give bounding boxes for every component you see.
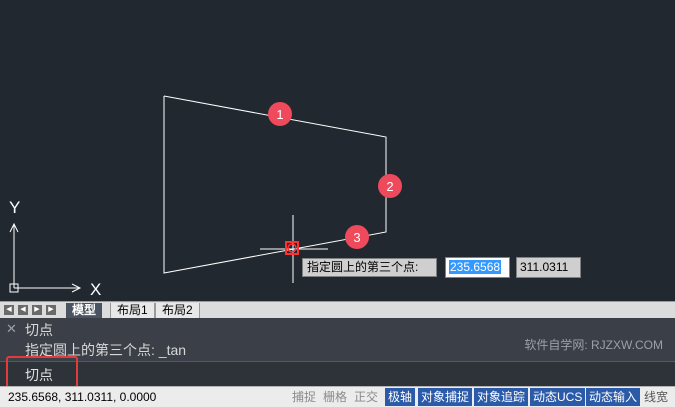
lineweight-button[interactable]: 线宽 — [641, 388, 671, 406]
ucs-y-label: Y — [9, 198, 20, 217]
watermark-text: 软件自学网: RJZXW.COM — [524, 338, 663, 352]
command-history-line-1: 切点 — [25, 322, 53, 338]
dynamic-input-y[interactable]: 311.0311 — [516, 257, 581, 278]
grid-button[interactable]: 栅格 — [320, 388, 350, 406]
last-tab-icon[interactable]: ▶ — [46, 305, 56, 315]
ucs-x-label: X — [90, 280, 101, 299]
marker-1: 1 — [268, 102, 292, 126]
tangent-snap-circle — [287, 243, 297, 253]
dynamic-ucs-button[interactable]: 动态UCS — [530, 388, 586, 406]
ortho-button[interactable]: 正交 — [351, 388, 381, 406]
tab-layout2[interactable]: 布局2 — [155, 303, 200, 318]
marker-2: 2 — [378, 174, 402, 198]
drawing-canvas[interactable]: 1 2 3 Y X 指定圆上的第三个点: 235.6568 311.0311 — [0, 0, 675, 301]
command-input[interactable]: 切点 — [0, 361, 675, 387]
polar-button[interactable]: 极轴 — [385, 388, 416, 406]
highlight-box — [6, 356, 78, 388]
drawing-svg: 1 2 3 Y X — [9, 95, 402, 299]
object-track-button[interactable]: 对象追踪 — [474, 388, 529, 406]
next-tab-icon[interactable]: ▶ — [32, 305, 42, 315]
object-snap-button[interactable]: 对象捕捉 — [418, 388, 473, 406]
snap-button[interactable]: 捕捉 — [289, 388, 319, 406]
first-tab-icon[interactable]: ◀ — [4, 305, 14, 315]
status-bar: 235.6568, 311.0311, 0.0000 捕捉 栅格 正交 极轴 对… — [0, 386, 675, 407]
layout-tab-bar: ◀ ◀ ▶ ▶ 模型 布局1 布局2 — [0, 301, 675, 318]
command-window: ✕ 切点 指定圆上的第三个点: _tan 软件自学网: RJZXW.COM 切点 — [0, 318, 675, 387]
tab-model[interactable]: 模型 — [66, 303, 103, 318]
marker-2-label: 2 — [386, 179, 393, 194]
marker-3-label: 3 — [353, 230, 360, 245]
dynamic-input-prompt: 指定圆上的第三个点: — [302, 258, 437, 277]
ucs-icon — [9, 222, 82, 293]
dynamic-input-x[interactable]: 235.6568 — [445, 257, 510, 278]
marker-1-label: 1 — [276, 107, 283, 122]
marker-3: 3 — [345, 225, 369, 249]
dynamic-input-button[interactable]: 动态输入 — [586, 388, 641, 406]
dynamic-input-x-value: 235.6568 — [449, 260, 502, 274]
close-icon[interactable]: ✕ — [6, 321, 17, 337]
cursor-coordinates: 235.6568, 311.0311, 0.0000 — [8, 390, 157, 404]
prev-tab-icon[interactable]: ◀ — [18, 305, 28, 315]
tab-layout1[interactable]: 布局1 — [110, 303, 155, 318]
